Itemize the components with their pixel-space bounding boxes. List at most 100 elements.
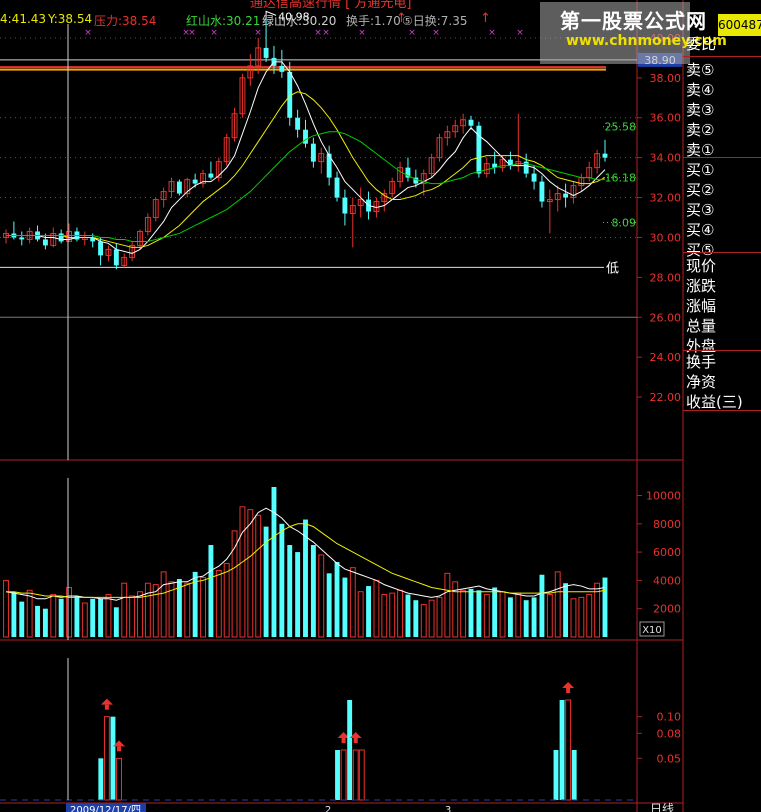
sidebar-label: 卖④: [686, 81, 715, 99]
turnover-up-arrow-icon-2: ↑: [480, 11, 491, 26]
volume-bar-down: [98, 598, 104, 637]
candle-body-down: [468, 119, 474, 126]
volume-bar-up: [436, 596, 443, 638]
volume-unit-label: X10: [642, 625, 662, 636]
sidebar-separator: [683, 157, 761, 158]
volume-bar-up: [66, 586, 72, 638]
signal-bar-up: [116, 757, 122, 801]
volume-bar-up: [247, 509, 254, 638]
volume-axis-label: 2000: [653, 603, 681, 616]
volume-bar-up: [546, 594, 553, 638]
price-axis-label: 26.00: [650, 311, 682, 324]
volume-bar-down: [208, 545, 214, 637]
volume-bar-up: [160, 571, 167, 638]
volume-bar-down: [113, 607, 119, 637]
candle-body-down: [326, 153, 332, 178]
volume-bar-up: [483, 594, 490, 638]
signal-arrow-stem: [104, 704, 109, 710]
signal-arrow-stem: [566, 688, 571, 693]
volume-bar-up: [184, 582, 191, 638]
sidebar-label: 涨跌: [686, 277, 717, 295]
candle-body-down: [279, 65, 285, 72]
sidebar-label: 委比: [686, 35, 717, 53]
month-mark: 3: [445, 805, 451, 812]
candle-body-down: [563, 193, 569, 198]
signal-arrow-icon: [562, 682, 575, 688]
stock-chart: 22.00 24.00 26.00 28.00 30.00 32.00 34.00 36.00…: [0, 0, 684, 812]
volume-bar-down: [413, 600, 419, 637]
candle-body-down: [42, 239, 48, 246]
volume-bar-up: [381, 594, 388, 638]
volume-bar-down: [531, 597, 537, 637]
volume-bar-down: [366, 586, 371, 637]
volume-bar-down: [342, 577, 348, 637]
sidebar-separator: [683, 56, 761, 57]
signal-arrow-stem: [117, 746, 122, 752]
signal-marker: ×: [84, 28, 92, 38]
signal-marker: ×: [322, 28, 330, 38]
watermark-title: 第一股票公式网: [560, 9, 707, 33]
signal-arrow-stem: [341, 738, 346, 743]
five-day-turnover-readout: ⑤日换:7.35: [402, 14, 468, 28]
sidebar-label: 涨幅: [686, 297, 717, 315]
stock-code: 600487: [718, 14, 761, 36]
volume-bar-down: [310, 545, 316, 637]
month-mark: 2: [325, 805, 331, 812]
volume-bar-down: [19, 601, 25, 637]
price-axis-label: 34.00: [650, 152, 682, 165]
volume-bar-up: [420, 603, 427, 638]
volume-bar-up: [570, 598, 577, 638]
signal-marker: ×: [254, 28, 262, 38]
volume-bar-down: [334, 562, 340, 637]
volume-bar-down: [35, 605, 40, 637]
signal-bar-down: [335, 750, 340, 800]
volume-bar-up: [318, 554, 325, 638]
sidebar-separator: [683, 410, 761, 411]
sidebar-label: 现价: [686, 257, 717, 275]
volume-bar-up: [397, 589, 404, 638]
volume-bar-up: [81, 602, 88, 638]
pressure-readout: 压力:38.54: [94, 14, 157, 28]
volume-bar-down: [539, 574, 545, 637]
price-axis-label: 24.00: [650, 351, 682, 364]
sidebar-label: 卖②: [686, 121, 715, 139]
volume-bar-down: [287, 545, 293, 637]
signal-arrow-icon: [100, 698, 113, 705]
window-title: 通达信高速行情 [ 方通光电]: [250, 0, 412, 11]
turnover-up-arrow-icon: ↑: [396, 11, 407, 26]
candle-body-down: [531, 173, 537, 182]
signal-bar-down: [98, 758, 104, 800]
candle-body-down: [192, 179, 198, 184]
price-axis-label: 36.00: [650, 112, 682, 125]
volume-bar-up: [586, 594, 593, 638]
volume-bar-down: [271, 487, 277, 637]
volume-axis-label: 8000: [653, 518, 681, 531]
volume-bar-up: [255, 514, 262, 638]
price-axis-label: 32.00: [650, 192, 682, 205]
sidebar-label: 总量: [686, 317, 717, 335]
volume-bar-up: [26, 589, 33, 638]
y-readout: Y:38.54: [48, 12, 93, 26]
price-axis-label: 22.00: [650, 391, 682, 404]
signal-marker: ×: [188, 28, 196, 38]
volume-bar-down: [74, 595, 80, 637]
volume-bar-down: [295, 552, 301, 637]
date-label: 2009/12/17/四: [70, 805, 141, 812]
volume-bar-up: [121, 582, 128, 638]
candle-body-down: [113, 249, 119, 266]
signal-marker: ×: [314, 28, 322, 38]
volume-bar-down: [326, 573, 332, 637]
sidebar-label: 买②: [686, 181, 715, 199]
signal-bar-up: [103, 716, 110, 801]
volume-bar-up: [3, 579, 9, 638]
volume-bar-up: [200, 577, 206, 638]
indicator-axis-label: 0.10: [657, 711, 682, 724]
volume-bar-down: [523, 600, 529, 637]
ma20-line: [6, 131, 605, 242]
pct-annotation-1: 25.58: [605, 121, 637, 134]
candle-body-down: [208, 173, 214, 178]
signal-marker: ×: [358, 28, 366, 38]
candle-body-down: [98, 241, 104, 256]
sidebar-label: 买③: [686, 201, 715, 219]
ma10-line: [6, 91, 606, 248]
